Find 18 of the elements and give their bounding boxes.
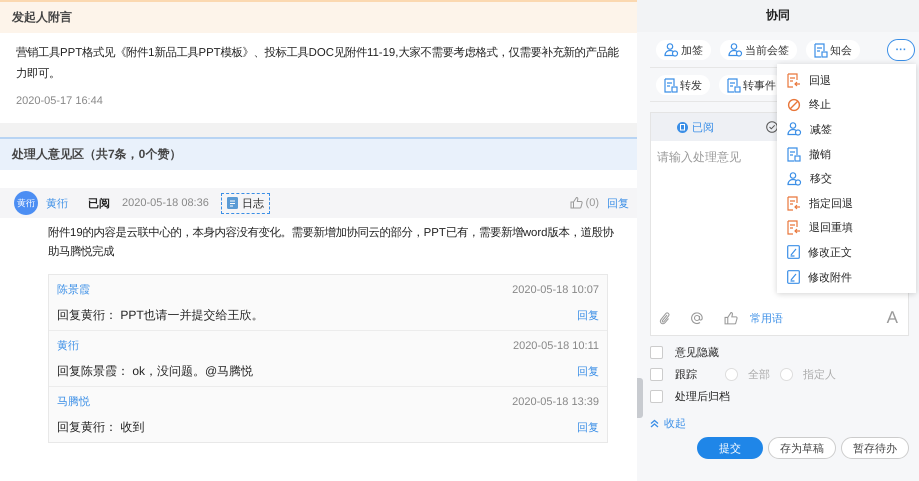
avatar: 黄衎 xyxy=(14,191,38,215)
note-text: 营销工具PPT格式见《附件1新品工具PPT模板》、投标工具DOC见附件11-19,大家不需要考虑格式，仅需要补充新的产品能力即可。 xyxy=(16,45,620,82)
note-time: 2020-05-17 16:44 xyxy=(16,95,104,107)
option-label: 处理后归档 xyxy=(675,390,730,404)
section-title: 处理人意见区（共7条，0个赞） xyxy=(12,146,182,163)
option-label: 意见隐藏 xyxy=(675,346,719,360)
comment-time: 2020-05-18 08:36 xyxy=(122,197,209,209)
reply-text: 回复黄衎： 收到 xyxy=(57,419,144,436)
comment-text: 附件19的内容是云联中心的，本身内容没有变化。需要新增加协同云的部分，PPT已有，需要新增word版本，道殷协助马腾悦完成 xyxy=(47,225,615,260)
section-title: 发起人附言 xyxy=(12,9,72,26)
reply-text: 回复黄衎： PPT也请一并提交给王欣。 xyxy=(57,307,264,324)
attitude-label: 已阅 xyxy=(88,196,110,210)
panel-title: 协同 xyxy=(637,0,919,32)
reply-time: 2020-05-18 13:39 xyxy=(512,396,599,408)
reply-time: 2020-05-18 10:07 xyxy=(512,284,599,296)
reply-text: 回复陈景霞： ok，没问题。@马腾悦 xyxy=(57,363,254,380)
reply-time: 2020-05-18 10:11 xyxy=(512,340,599,352)
option-label: 跟踪 xyxy=(675,368,698,382)
